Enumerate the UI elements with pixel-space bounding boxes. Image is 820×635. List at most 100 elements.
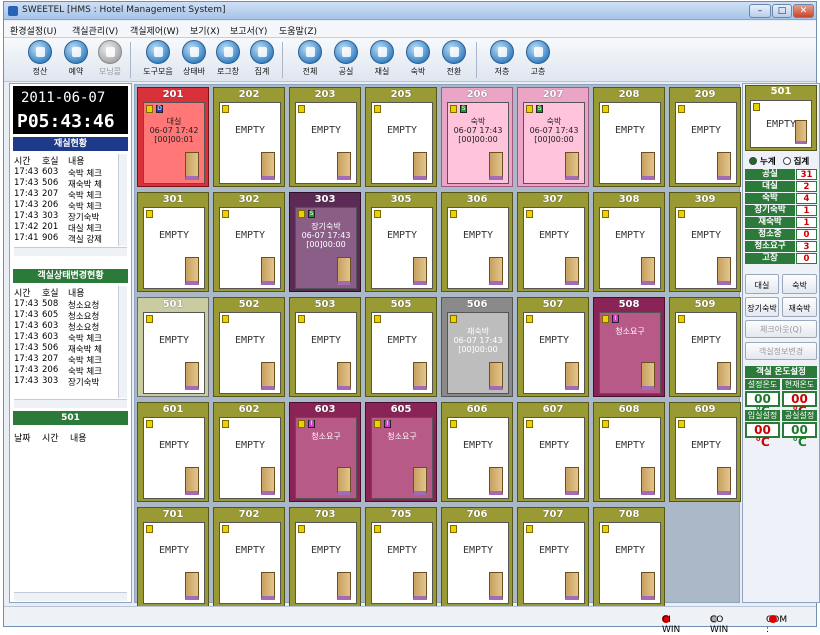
door-icon: [413, 257, 427, 285]
room-506[interactable]: 506 재숙박 06-07 17:43 [00]00:00: [441, 297, 513, 397]
list-item[interactable]: 17:43 603 숙박 체크: [14, 332, 118, 343]
room-207[interactable]: 207 S 숙박 06-07 17:43 [00]00:00: [517, 87, 589, 187]
room-203[interactable]: 203 EMPTY: [289, 87, 361, 187]
list-item[interactable]: 17:43 303 장기숙박: [14, 211, 118, 222]
room-706[interactable]: 706 EMPTY: [441, 507, 513, 607]
toolbar-tools-button[interactable]: 도구모음: [140, 40, 176, 80]
room-501[interactable]: 501 EMPTY: [137, 297, 209, 397]
minimize-button[interactable]: –: [749, 4, 771, 18]
room-602[interactable]: 602 EMPTY: [213, 402, 285, 502]
room-702[interactable]: 702 EMPTY: [213, 507, 285, 607]
room-307[interactable]: 307 EMPTY: [517, 192, 589, 292]
room-708[interactable]: 708 EMPTY: [593, 507, 665, 607]
rent-button[interactable]: 대실: [745, 274, 779, 294]
room-205[interactable]: 205 EMPTY: [365, 87, 437, 187]
room-number: 301: [162, 194, 184, 205]
room-301[interactable]: 301 EMPTY: [137, 192, 209, 292]
list-item[interactable]: 17:43 207 숙박 체크: [14, 354, 118, 365]
change-list-vscroll[interactable]: [118, 286, 127, 398]
room-705[interactable]: 705 EMPTY: [365, 507, 437, 607]
toolbar-building-button[interactable]: 전체: [292, 40, 328, 80]
room-202[interactable]: 202 EMPTY: [213, 87, 285, 187]
room-605[interactable]: 605 T 청소요구: [365, 402, 437, 502]
menu-view[interactable]: 보기(X): [190, 24, 220, 37]
room-302[interactable]: 302 EMPTY: [213, 192, 285, 292]
room-208[interactable]: 208 EMPTY: [593, 87, 665, 187]
room-306[interactable]: 306 EMPTY: [441, 192, 513, 292]
list-item[interactable]: 17:41 906 객실 강제: [14, 233, 118, 244]
toolbar-door-button[interactable]: 공실: [328, 40, 364, 80]
room-508[interactable]: 508 T 청소요구: [593, 297, 665, 397]
list-item[interactable]: 17:43 603 숙박 체크: [14, 167, 118, 178]
list-item[interactable]: 17:42 201 대실 체크: [14, 222, 118, 233]
maximize-button[interactable]: □: [772, 4, 792, 18]
list-item[interactable]: 17:43 603 청소요청: [14, 321, 118, 332]
list-item[interactable]: 17:43 303 장기숙박: [14, 376, 118, 387]
toolbar-up-floor-button[interactable]: 고층: [520, 40, 556, 80]
list-item[interactable]: 17:43 605 청소요청: [14, 310, 118, 321]
list-item[interactable]: 17:43 206 숙박 체크: [14, 200, 118, 211]
room-303[interactable]: 303 S 장기숙박 06-07 17:43 [00]00:00: [289, 192, 361, 292]
room-log-hscroll[interactable]: [14, 592, 127, 601]
checkin-temp-value[interactable]: 00 ℃: [745, 422, 780, 448]
room-505[interactable]: 505 EMPTY: [365, 297, 437, 397]
room-608[interactable]: 608 EMPTY: [593, 402, 665, 502]
list-item[interactable]: 17:43 506 재숙박 체: [14, 178, 118, 189]
room-701[interactable]: 701 EMPTY: [137, 507, 209, 607]
room-info-change-button[interactable]: 객실정보변경: [745, 342, 817, 360]
toolbar-alarm-button[interactable]: 모닝콜: [92, 40, 128, 80]
room-601[interactable]: 601 EMPTY: [137, 402, 209, 502]
toolbar-calculator-button[interactable]: 정산: [22, 40, 58, 80]
room-603[interactable]: 603 T 청소요구: [289, 402, 361, 502]
toolbar-person-room-button[interactable]: 재실: [364, 40, 400, 80]
toolbar-bed-button[interactable]: 숙박: [400, 40, 436, 80]
room-507[interactable]: 507 EMPTY: [517, 297, 589, 397]
radio-cumulative[interactable]: [749, 157, 757, 165]
room-502[interactable]: 502 EMPTY: [213, 297, 285, 397]
headset-icon: [64, 40, 88, 64]
toolbar-down-floor-button[interactable]: 저층: [484, 40, 520, 80]
room-209[interactable]: 209 EMPTY: [669, 87, 741, 187]
vacant-temp-value[interactable]: 00 ℃: [782, 422, 817, 448]
room-status-text: 청소요구: [387, 432, 417, 441]
menu-room-manage[interactable]: 객실관리(V): [72, 24, 118, 37]
menu-help[interactable]: 도움말(Z): [279, 24, 317, 37]
col-time: 시간: [14, 157, 31, 167]
menu-report[interactable]: 보고서(Y): [230, 24, 267, 37]
list-item[interactable]: 17:43 508 청소요청: [14, 299, 118, 310]
room-206[interactable]: 206 S 숙박 06-07 17:43 [00]00:00: [441, 87, 513, 187]
set-temp-value[interactable]: 00 ℃: [745, 391, 780, 417]
list-item[interactable]: 17:43 506 재숙박 체: [14, 343, 118, 354]
radio-tally[interactable]: [782, 157, 791, 165]
room-309[interactable]: 309 EMPTY: [669, 192, 741, 292]
room-609[interactable]: 609 EMPTY: [669, 402, 741, 502]
room-607[interactable]: 607 EMPTY: [517, 402, 589, 502]
menu-room-control[interactable]: 객실제어(W): [130, 24, 179, 37]
toolbar-switch-button[interactable]: 전환: [436, 40, 472, 80]
room-305[interactable]: 305 EMPTY: [365, 192, 437, 292]
room-201[interactable]: 201 D 대실 06-07 17:42 [00]00:01: [137, 87, 209, 187]
toolbar-tally-button[interactable]: 집계: [244, 40, 280, 80]
checkout-button[interactable]: 체크아웃(Q): [745, 320, 817, 338]
menu-settings[interactable]: 환경설정(U): [10, 24, 57, 37]
room-308[interactable]: 308 EMPTY: [593, 192, 665, 292]
close-button[interactable]: ✕: [793, 4, 814, 18]
change-list-hscroll[interactable]: [14, 399, 127, 408]
room-503[interactable]: 503 EMPTY: [289, 297, 361, 397]
restay-button[interactable]: 재숙박: [782, 297, 817, 317]
room-606[interactable]: 606 EMPTY: [441, 402, 513, 502]
list-item[interactable]: 17:43 207 숙박 체크: [14, 189, 118, 200]
room-707[interactable]: 707 EMPTY: [517, 507, 589, 607]
stat-label: 장기숙박: [745, 205, 795, 216]
stay-list-hscroll[interactable]: [14, 247, 127, 256]
toolbar-log-button[interactable]: 로그창: [210, 40, 246, 80]
list-item[interactable]: 17:43 206 숙박 체크: [14, 365, 118, 376]
room-509[interactable]: 509 EMPTY: [669, 297, 741, 397]
toolbar-statusbar-button[interactable]: 상태바: [176, 40, 212, 80]
stay-list-vscroll[interactable]: [118, 154, 127, 246]
toolbar-headset-button[interactable]: 예약: [58, 40, 94, 80]
long-stay-button[interactable]: 장기숙박: [745, 297, 779, 317]
stay-button[interactable]: 숙박: [782, 274, 817, 294]
item-room: 603: [42, 321, 59, 331]
room-703[interactable]: 703 EMPTY: [289, 507, 361, 607]
